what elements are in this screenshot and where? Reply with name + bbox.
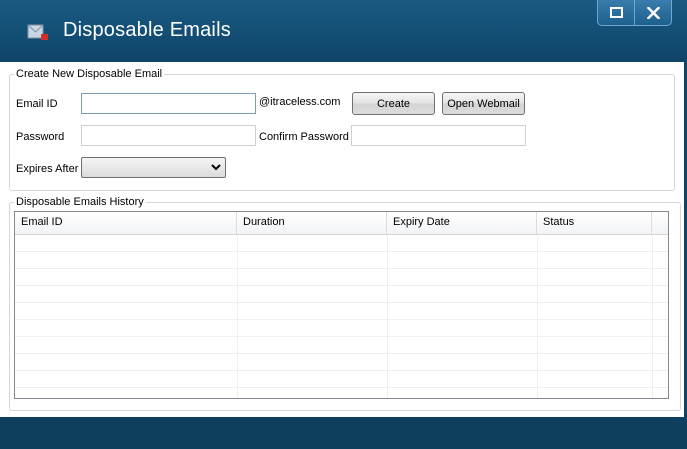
close-button[interactable] <box>635 0 671 25</box>
email-id-input[interactable] <box>81 93 256 114</box>
window-controls <box>597 0 672 26</box>
maximize-icon <box>609 7 623 18</box>
password-label: Password <box>16 131 65 143</box>
table-row <box>15 303 668 320</box>
history-table[interactable]: Email ID Duration Expiry Date Status <box>14 211 669 399</box>
column-header-email-id[interactable]: Email ID <box>15 212 237 234</box>
confirm-password-label: Confirm Password <box>259 131 349 143</box>
history-table-header: Email ID Duration Expiry Date Status <box>15 212 668 235</box>
column-header-expiry-date[interactable]: Expiry Date <box>387 212 537 234</box>
column-divider <box>652 235 653 398</box>
column-header-duration[interactable]: Duration <box>237 212 387 234</box>
table-row <box>15 320 668 337</box>
table-row <box>15 252 668 269</box>
column-divider <box>237 235 238 398</box>
table-row <box>15 337 668 354</box>
create-button[interactable]: Create <box>352 92 435 115</box>
create-email-legend: Create New Disposable Email <box>16 68 163 80</box>
history-legend: Disposable Emails History <box>16 196 144 208</box>
window-title: Disposable Emails <box>63 19 231 41</box>
status-bar <box>0 417 687 449</box>
expires-after-dropdown[interactable] <box>81 157 226 178</box>
close-icon <box>646 6 660 19</box>
column-divider <box>387 235 388 398</box>
email-id-label: Email ID <box>16 98 58 110</box>
password-input[interactable] <box>81 125 256 146</box>
maximize-button[interactable] <box>598 0 635 25</box>
column-header-status[interactable]: Status <box>537 212 652 234</box>
title-bar: Disposable Emails <box>0 0 687 62</box>
envelope-app-icon <box>27 24 48 40</box>
table-row <box>15 371 668 388</box>
table-row <box>15 286 668 303</box>
domain-suffix-label: @itraceless.com <box>259 96 341 108</box>
column-divider <box>537 235 538 398</box>
table-row <box>15 235 668 252</box>
table-row <box>15 269 668 286</box>
confirm-password-input[interactable] <box>351 125 526 146</box>
expires-after-label: Expires After <box>16 163 79 175</box>
open-webmail-button[interactable]: Open Webmail <box>442 92 525 115</box>
chevron-down-icon <box>211 164 221 171</box>
table-row <box>15 354 668 371</box>
table-row <box>15 388 668 398</box>
